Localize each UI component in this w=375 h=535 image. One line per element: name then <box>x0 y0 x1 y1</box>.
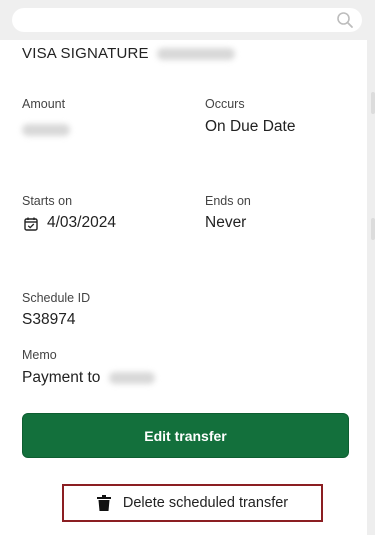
account-number-redacted <box>157 48 236 61</box>
starts-on-value: 4/03/2024 <box>47 214 116 231</box>
starts-on-label: Starts on <box>22 194 73 208</box>
occurs-label: Occurs <box>205 97 245 111</box>
memo-label: Memo <box>22 348 57 362</box>
scroll-track <box>367 40 375 535</box>
occurs-value: On Due Date <box>205 118 296 135</box>
account-name: VISA SIGNATURE <box>22 45 149 62</box>
memo-value: Payment to <box>22 369 155 387</box>
transfer-details-panel <box>0 40 367 535</box>
memo-text: Payment to <box>22 369 101 386</box>
edit-transfer-button[interactable]: Edit transfer <box>22 413 349 458</box>
ends-on-value: Never <box>205 214 247 231</box>
schedule-id-label: Schedule ID <box>22 291 91 305</box>
search-icon[interactable] <box>336 11 354 29</box>
schedule-id-value: S38974 <box>22 311 76 328</box>
top-bar <box>0 0 375 40</box>
calendar-icon <box>24 217 38 231</box>
amount-label: Amount <box>22 97 66 111</box>
delete-scheduled-transfer-button[interactable]: Delete scheduled transfer <box>62 484 323 522</box>
delete-scheduled-transfer-label: Delete scheduled transfer <box>122 495 289 511</box>
account-info: VISA SIGNATURE <box>22 45 236 62</box>
trash-icon <box>96 495 111 511</box>
amount-value-redacted <box>22 121 70 139</box>
ends-on-label: Ends on <box>205 194 251 208</box>
search-input[interactable] <box>12 8 362 32</box>
memo-payee-redacted <box>108 371 155 384</box>
